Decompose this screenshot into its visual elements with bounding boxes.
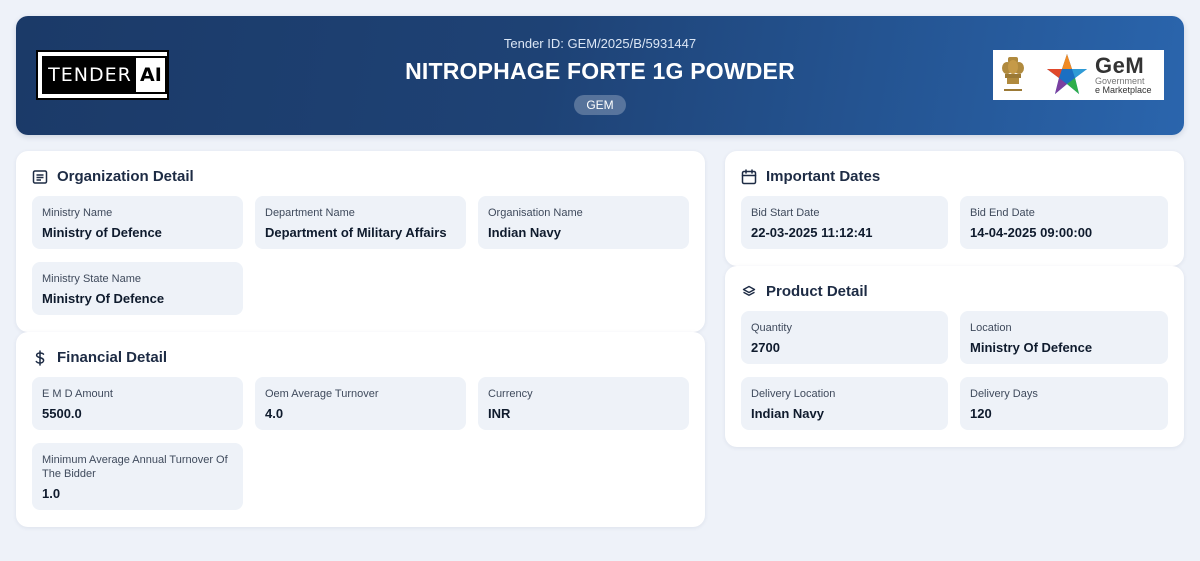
field-ministry-state-name: Ministry State Name Ministry Of Defence (32, 262, 243, 315)
field-value: Ministry Of Defence (970, 340, 1093, 355)
field-bid-end-date: Bid End Date 14-04-2025 09:00:00 (960, 196, 1168, 249)
field-organisation-name: Organisation Name Indian Navy (478, 196, 689, 249)
gem-text-big: GeM (1095, 53, 1145, 78)
field-label: Currency (488, 388, 533, 400)
field-label: Department Name (265, 207, 355, 219)
field-value: 1.0 (42, 486, 61, 501)
gem-logo: GeM Government e Marketplace (993, 50, 1164, 100)
product-detail-card: Product Detail Quantity 2700 Location Mi… (725, 266, 1184, 447)
field-value: 22-03-2025 11:12:41 (751, 225, 873, 240)
field-value: Indian Navy (488, 225, 561, 240)
organization-detail-card: Organization Detail Ministry Name Minist… (16, 151, 705, 332)
field-label: E M D Amount (42, 388, 113, 400)
field-value: 2700 (751, 340, 780, 355)
important-dates-title: Important Dates (766, 168, 881, 185)
important-dates-card: Important Dates Bid Start Date 22-03-202… (725, 151, 1184, 266)
field-label: Minimum Average Annual Turnover Of The B… (42, 454, 228, 480)
calendar-icon (741, 168, 757, 185)
field-label: Bid End Date (970, 207, 1035, 219)
field-delivery-location: Delivery Location Indian Navy (741, 377, 948, 430)
field-ministry-name: Ministry Name Ministry of Defence (32, 196, 243, 249)
important-dates-heading: Important Dates (741, 168, 880, 185)
financial-detail-card: Financial Detail E M D Amount 5500.0 Oem… (16, 332, 705, 527)
field-quantity: Quantity 2700 (741, 311, 948, 364)
field-value: 120 (970, 406, 992, 421)
field-location: Location Ministry Of Defence (960, 311, 1168, 364)
tender-header: TENDER AI Tender ID: GEM/2025/B/5931447 … (16, 16, 1184, 135)
field-label: Ministry State Name (42, 273, 142, 285)
field-label: Delivery Days (970, 388, 1038, 400)
source-badge: GEM (574, 95, 626, 115)
field-label: Bid Start Date (751, 207, 820, 219)
field-label: Ministry Name (42, 207, 113, 219)
field-bid-start-date: Bid Start Date 22-03-2025 11:12:41 (741, 196, 948, 249)
field-label: Oem Average Turnover (265, 388, 379, 400)
financial-detail-heading: Financial Detail (32, 349, 167, 366)
field-value: INR (488, 406, 511, 421)
list-icon (32, 169, 48, 185)
gem-text: GeM Government e Marketplace (1095, 55, 1152, 95)
product-detail-heading: Product Detail (741, 283, 868, 300)
field-oem-average-turnover: Oem Average Turnover 4.0 (255, 377, 466, 430)
field-value: Ministry of Defence (42, 225, 162, 240)
field-label: Organisation Name (488, 207, 583, 219)
field-label: Delivery Location (751, 388, 836, 400)
field-value: Ministry Of Defence (42, 291, 165, 306)
field-department-name: Department Name Department of Military A… (255, 196, 466, 249)
field-minimum-average-annual-turnover: Minimum Average Annual Turnover Of The B… (32, 443, 243, 510)
field-value: Department of Military Affairs (265, 225, 447, 240)
organization-detail-title: Organization Detail (57, 168, 194, 185)
field-label: Quantity (751, 322, 792, 334)
product-detail-title: Product Detail (766, 283, 868, 300)
field-emd-amount: E M D Amount 5500.0 (32, 377, 243, 430)
field-delivery-days: Delivery Days 120 (960, 377, 1168, 430)
financial-detail-title: Financial Detail (57, 349, 168, 366)
national-emblem-icon (1002, 57, 1024, 91)
field-currency: Currency INR (478, 377, 689, 430)
field-value: 14-04-2025 09:00:00 (970, 225, 1093, 240)
organization-detail-heading: Organization Detail (32, 168, 194, 185)
gem-star-icon (1047, 54, 1087, 94)
field-value: Indian Navy (751, 406, 824, 421)
dollar-icon (32, 349, 48, 366)
layers-icon (741, 284, 757, 300)
field-label: Location (970, 322, 1012, 334)
field-value: 4.0 (265, 406, 284, 421)
gem-text-line2: e Marketplace (1095, 85, 1152, 95)
field-value: 5500.0 (42, 406, 82, 421)
